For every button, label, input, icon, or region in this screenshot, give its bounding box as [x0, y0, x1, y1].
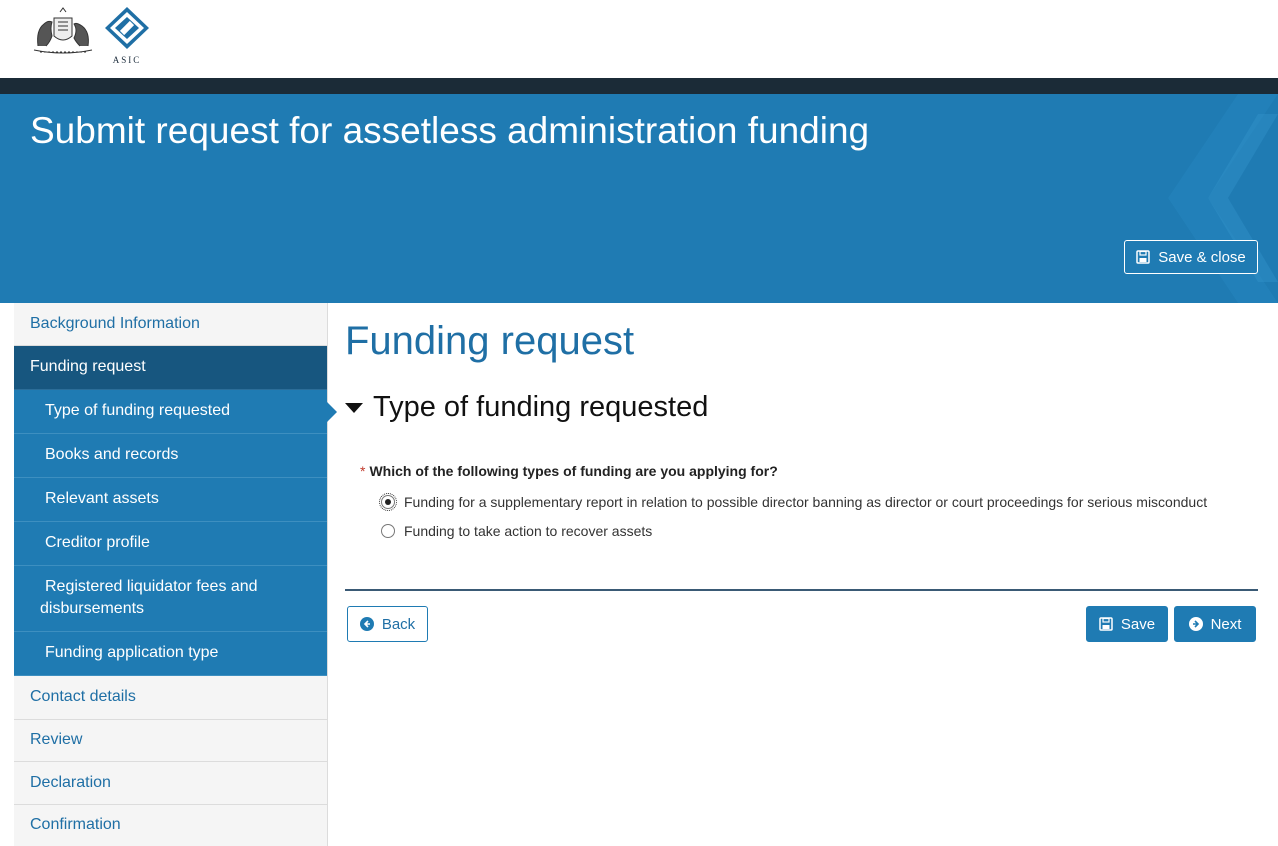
asic-diamond-logo	[105, 7, 149, 49]
caret-down-icon	[345, 402, 363, 413]
page-title: Submit request for assetless administrat…	[30, 110, 870, 151]
floppy-disk-icon	[1136, 250, 1150, 264]
save-label: Save	[1120, 615, 1156, 633]
arrow-left-circle-icon	[359, 617, 374, 631]
section-heading: Funding request	[345, 319, 635, 363]
option-label: Funding to take action to recover assets	[404, 523, 653, 539]
sidebar-item-books-and-records[interactable]: Books and records	[14, 434, 327, 478]
header-strip	[0, 78, 1278, 94]
radio-recover-assets[interactable]	[381, 524, 395, 538]
asic-wordmark: ASIC	[112, 55, 142, 65]
save-close-label: Save & close	[1158, 248, 1246, 266]
back-button[interactable]: Back	[347, 606, 428, 642]
sidebar-item-type-of-funding-requested[interactable]: Type of funding requested	[14, 390, 337, 434]
divider	[345, 589, 1258, 591]
save-button[interactable]: Save	[1086, 606, 1168, 642]
sidebar-item-review[interactable]: Review	[14, 720, 327, 762]
required-marker: *	[360, 463, 366, 479]
arrow-right-circle-icon	[1188, 617, 1203, 631]
sidebar-item-funding-application-type[interactable]: Funding application type	[14, 632, 327, 676]
sidebar-item-declaration[interactable]: Declaration	[14, 762, 327, 805]
funding-type-question: * Which of the following types of funding…	[360, 463, 778, 479]
page-banner: Submit request for assetless administrat…	[0, 94, 1278, 303]
floppy-disk-icon	[1099, 617, 1113, 631]
sidebar-item-registered-liquidator-fees[interactable]: Registered liquidator fees and disbursem…	[14, 566, 327, 632]
option-label: Funding for a supplementary report in re…	[404, 494, 1208, 510]
sidebar-item-funding-request[interactable]: Funding request	[14, 346, 327, 390]
radio-supplementary-report[interactable]	[379, 493, 397, 511]
next-label: Next	[1210, 615, 1242, 633]
sidebar-item-creditor-profile[interactable]: Creditor profile	[14, 522, 327, 566]
option-supplementary-report[interactable]: Funding for a supplementary report in re…	[379, 493, 1208, 511]
sidebar-item-background-information[interactable]: Background Information	[14, 303, 327, 346]
save-close-button[interactable]: Save & close	[1124, 240, 1258, 274]
collapsible-section-toggle[interactable]: Type of funding requested	[345, 391, 708, 424]
back-label: Back	[381, 615, 416, 633]
logo-bar: ASIC	[0, 0, 1278, 78]
sidebar-item-confirmation[interactable]: Confirmation	[14, 805, 327, 846]
sidebar-item-relevant-assets[interactable]: Relevant assets	[14, 478, 327, 522]
option-recover-assets[interactable]: Funding to take action to recover assets	[381, 523, 652, 539]
subsection-title: Type of funding requested	[373, 391, 709, 423]
coat-of-arms-logo	[33, 7, 93, 54]
sidebar-nav: Background Information Funding request T…	[14, 303, 337, 846]
question-text: Which of the following types of funding …	[369, 463, 778, 479]
next-button[interactable]: Next	[1174, 606, 1256, 642]
sidebar-item-contact-details[interactable]: Contact details	[14, 676, 327, 720]
